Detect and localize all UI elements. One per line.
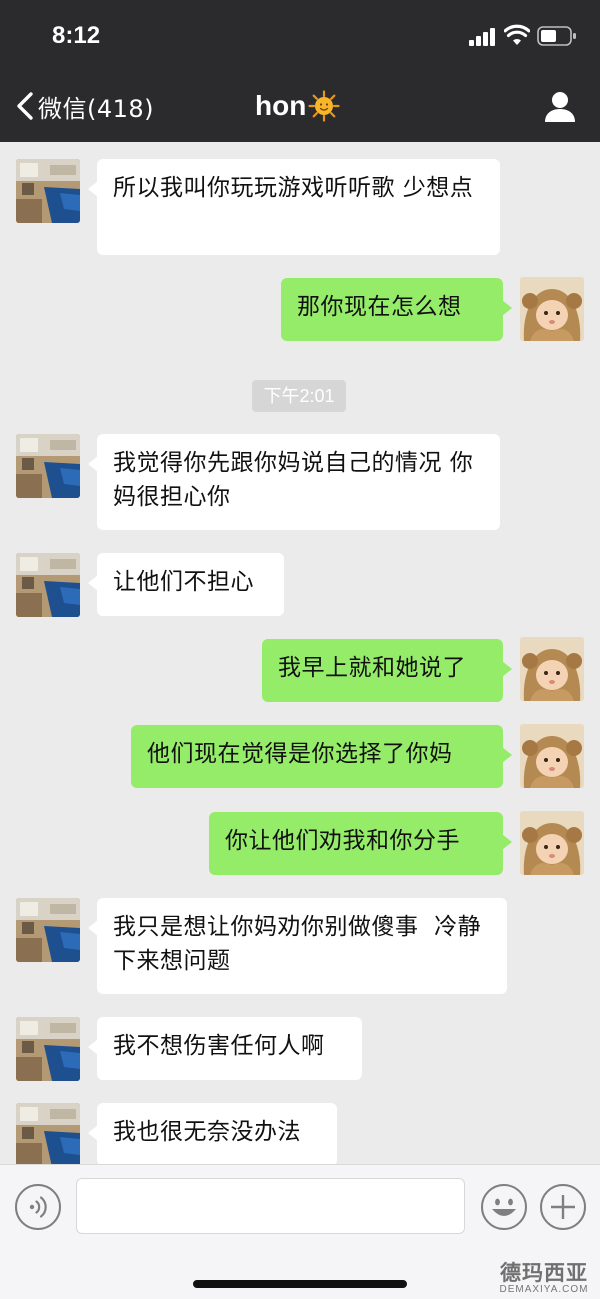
message-item-received: 我只是想让你妈劝你别做傻事 冷静下来想问题 bbox=[0, 887, 600, 1002]
contact-avatar[interactable] bbox=[16, 898, 80, 962]
message-bubble[interactable]: 我不想伤害任何人啊 bbox=[88, 1017, 362, 1080]
message-item-sent: 你让他们劝我和你分手 bbox=[0, 797, 600, 887]
my-avatar[interactable] bbox=[520, 637, 584, 701]
back-label: 微信(418) bbox=[38, 94, 155, 123]
voice-icon[interactable] bbox=[14, 1183, 62, 1231]
message-item-sent: 那你现在怎么想 bbox=[0, 262, 600, 352]
person-icon[interactable] bbox=[543, 89, 577, 123]
watermark-url: DEMAXIYA.COM bbox=[499, 1284, 589, 1295]
status-time: 8:12 bbox=[52, 22, 101, 49]
message-item-sent: 我早上就和她说了 bbox=[0, 627, 600, 712]
message-bubble[interactable]: 他们现在觉得是你选择了你妈 bbox=[131, 725, 512, 788]
wifi-icon bbox=[504, 24, 530, 45]
smiley-icon[interactable] bbox=[480, 1183, 528, 1231]
my-avatar[interactable] bbox=[520, 724, 584, 788]
message-item-received: 我觉得你先跟你妈说自己的情况 你妈很担心你 bbox=[0, 422, 600, 537]
sun-icon bbox=[308, 90, 340, 122]
time-divider: 下午2:01 bbox=[252, 380, 346, 412]
cellular-signal-icon bbox=[469, 28, 497, 46]
watermark: 德玛西亚 DEMAXIYA.COM bbox=[494, 1257, 594, 1299]
message-bubble[interactable]: 我早上就和她说了 bbox=[262, 639, 512, 702]
contact-name: hon bbox=[255, 90, 307, 121]
contact-avatar[interactable] bbox=[16, 1017, 80, 1081]
message-bubble[interactable]: 我只是想让你妈劝你别做傻事 冷静下来想问题 bbox=[88, 898, 507, 994]
chat-title: hon bbox=[255, 86, 340, 126]
my-avatar[interactable] bbox=[520, 277, 584, 341]
chat-header: 8:12 微信(418) hon bbox=[0, 0, 600, 142]
message-bubble[interactable]: 你让他们劝我和你分手 bbox=[209, 812, 512, 875]
contact-avatar[interactable] bbox=[16, 434, 80, 498]
message-item-received: 我不想伤害任何人啊 bbox=[0, 1002, 600, 1092]
message-list[interactable]: 所以我叫你玩玩游戏听听歌 少想点 那你现在怎么想 下午2:01 我觉得你先跟你妈… bbox=[0, 142, 600, 1164]
contact-avatar[interactable] bbox=[16, 553, 80, 617]
contact-avatar[interactable] bbox=[16, 159, 80, 223]
message-bubble[interactable]: 那你现在怎么想 bbox=[281, 278, 512, 341]
watermark-text: 德玛西亚 bbox=[500, 1261, 588, 1285]
message-bubble[interactable]: 所以我叫你玩玩游戏听听歌 少想点 bbox=[88, 159, 500, 255]
input-toolbar: 德玛西亚 DEMAXIYA.COM bbox=[0, 1164, 600, 1299]
status-bar: 8:12 bbox=[0, 0, 600, 72]
plus-icon[interactable] bbox=[539, 1183, 587, 1231]
message-bubble[interactable]: 让他们不担心 bbox=[88, 553, 284, 616]
message-item-received: 我也很无奈没办法 bbox=[0, 1092, 600, 1164]
message-item-received: 让他们不担心 bbox=[0, 537, 600, 627]
contact-avatar[interactable] bbox=[16, 1103, 80, 1164]
battery-icon bbox=[537, 26, 576, 46]
message-bubble[interactable]: 我也很无奈没办法 bbox=[88, 1103, 337, 1164]
back-button[interactable]: 微信(418) bbox=[14, 86, 164, 126]
message-item-received: 所以我叫你玩玩游戏听听歌 少想点 bbox=[0, 142, 600, 262]
message-item-sent: 他们现在觉得是你选择了你妈 bbox=[0, 712, 600, 797]
message-input[interactable] bbox=[76, 1178, 465, 1234]
message-bubble[interactable]: 我觉得你先跟你妈说自己的情况 你妈很担心你 bbox=[88, 434, 500, 530]
chevron-left-icon bbox=[17, 92, 33, 120]
my-avatar[interactable] bbox=[520, 811, 584, 875]
home-indicator[interactable] bbox=[193, 1280, 407, 1288]
